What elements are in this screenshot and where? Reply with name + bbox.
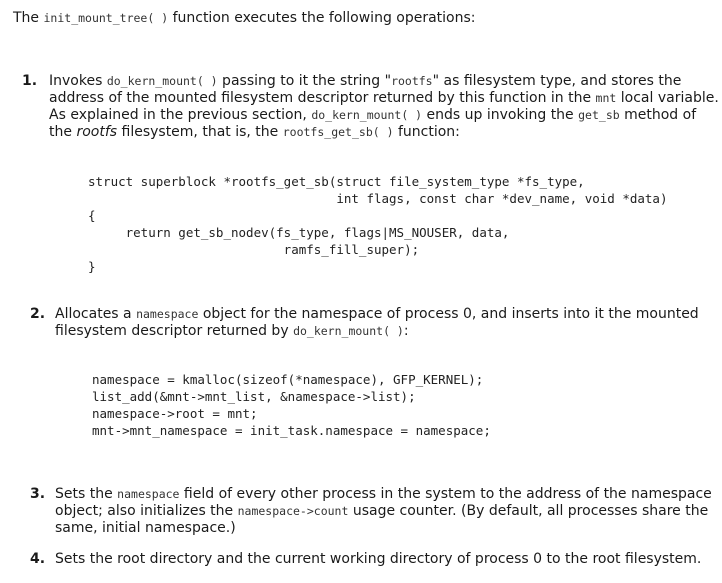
code-line: ramfs_fill_super); — [88, 242, 420, 257]
code-line: { — [88, 208, 96, 223]
list-item-number: 4. — [30, 551, 46, 567]
intro-suffix: function executes the following operatio… — [168, 10, 476, 26]
inline-code: rootfs — [391, 74, 433, 88]
intro-function-code: init_mount_tree( ) — [43, 11, 169, 25]
intro-paragraph: The init_mount_tree( ) function executes… — [13, 10, 476, 26]
text-run: method of — [619, 107, 697, 123]
code-block: namespace = kmalloc(sizeof(*namespace), … — [92, 371, 491, 439]
inline-code: do_kern_mount( ) — [293, 324, 404, 338]
list-item-text-line: object; also initializes the namespace->… — [55, 503, 708, 520]
list-item-text-line: As explained in the previous section, do… — [49, 107, 696, 124]
text-run: ends up invoking the — [422, 107, 579, 123]
list-item-text-line: Sets the namespace field of every other … — [55, 486, 712, 503]
text-run: passing to it the string " — [217, 73, 392, 89]
text-run: Sets the root directory and the current … — [55, 551, 702, 567]
inline-code: rootfs_get_sb( ) — [282, 125, 394, 139]
emphasis-text: rootfs — [76, 124, 118, 140]
text-run: local variable. — [616, 90, 719, 106]
code-line: mnt->mnt_namespace = init_task.namespace… — [92, 423, 491, 438]
list-item-text-line: filesystem descriptor returned by do_ker… — [55, 323, 409, 340]
inline-code: namespace->count — [237, 504, 349, 518]
text-run: address of the mounted filesystem descri… — [49, 90, 596, 106]
list-item-text-line: Invokes do_kern_mount( ) passing to it t… — [49, 73, 681, 90]
inline-code: get_sb — [578, 108, 620, 122]
list-item-number: 2. — [30, 306, 46, 322]
inline-code: namespace — [117, 487, 180, 501]
code-line: int flags, const char *dev_name, void *d… — [88, 191, 668, 206]
intro-prefix: The — [13, 10, 44, 26]
text-run: filesystem descriptor returned by — [55, 323, 294, 339]
text-run: : — [403, 323, 409, 339]
code-line: list_add(&mnt->mnt_list, &namespace->lis… — [92, 389, 416, 404]
text-run: object; also initializes the — [55, 503, 238, 519]
inline-code: do_kern_mount( ) — [106, 74, 218, 88]
list-item-text-line: the rootfs filesystem, that is, the root… — [49, 124, 460, 141]
text-run: usage counter. (By default, all processe… — [348, 503, 709, 519]
inline-code: do_kern_mount( ) — [311, 108, 423, 122]
list-item-number: 3. — [30, 486, 46, 502]
code-line: namespace->root = mnt; — [92, 406, 258, 421]
list-item-text-line: Allocates a namespace object for the nam… — [55, 306, 699, 323]
text-run: Invokes — [49, 73, 107, 89]
text-run: object for the namespace of process 0, a… — [198, 306, 699, 322]
text-run: Sets the — [55, 486, 118, 502]
text-run: Allocates a — [55, 306, 137, 322]
code-line: struct superblock *rootfs_get_sb(struct … — [88, 174, 585, 189]
text-run: the — [49, 124, 77, 140]
text-run: function: — [393, 124, 460, 140]
text-run: same, initial namespace.) — [55, 520, 236, 536]
text-run: As explained in the previous section, — [49, 107, 312, 123]
code-block: struct superblock *rootfs_get_sb(struct … — [88, 173, 667, 275]
text-run: filesystem, that is, the — [117, 124, 283, 140]
inline-code: mnt — [595, 91, 617, 105]
list-item-text-line: Sets the root directory and the current … — [55, 551, 701, 568]
code-line: return get_sb_nodev(fs_type, flags|MS_NO… — [88, 225, 510, 240]
text-run: field of every other process in the syst… — [179, 486, 712, 502]
code-line: namespace = kmalloc(sizeof(*namespace), … — [92, 372, 484, 387]
inline-code: namespace — [136, 307, 199, 321]
list-item-text-line: same, initial namespace.) — [55, 520, 236, 537]
code-line: } — [88, 259, 96, 274]
text-run: " as filesystem type, and stores the — [432, 73, 682, 89]
list-item-text-line: address of the mounted filesystem descri… — [49, 90, 719, 107]
list-item-number: 1. — [22, 73, 38, 89]
